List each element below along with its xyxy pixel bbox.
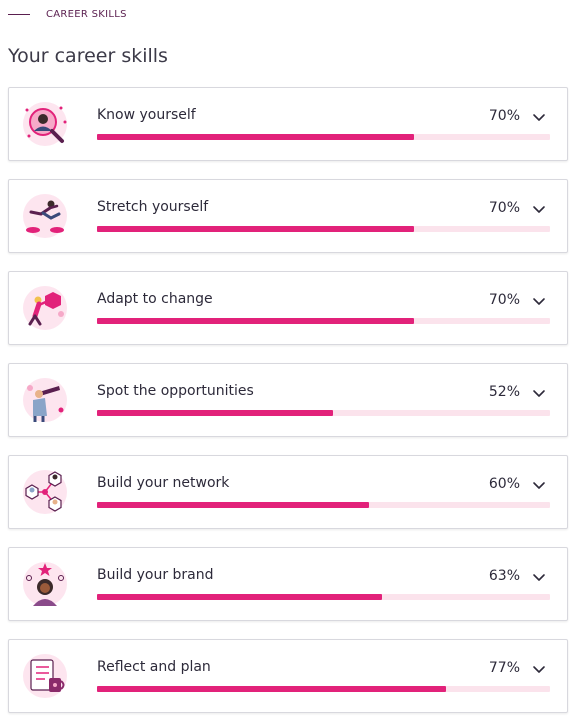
brand-star-person-icon (21, 560, 69, 608)
skill-card-reflect-and-plan[interactable]: Reflect and plan 77% (8, 639, 568, 713)
skill-label: Spot the opportunities (97, 383, 254, 399)
skill-percent: 60% (488, 476, 520, 492)
skill-label: Build your network (97, 475, 230, 491)
magnifier-person-icon (21, 100, 69, 148)
skill-card-spot-the-opportunities[interactable]: Spot the opportunities 52% (8, 363, 568, 437)
chevron-down-icon[interactable] (531, 201, 547, 217)
chevron-down-icon[interactable] (531, 109, 547, 125)
progress-fill (97, 594, 383, 600)
chevron-down-icon[interactable] (531, 385, 547, 401)
telescope-person-icon (21, 376, 69, 424)
skill-label: Know yourself (97, 107, 196, 123)
page-title: Your career skills (8, 45, 168, 67)
skill-card-know-yourself[interactable]: Know yourself 70% (8, 87, 568, 161)
progress-track (97, 502, 550, 508)
leaping-person-icon (21, 192, 69, 240)
progress-fill (97, 410, 333, 416)
skill-percent: 52% (488, 384, 520, 400)
eyebrow: CAREER SKILLS (8, 6, 127, 22)
progress-track (97, 134, 550, 140)
skill-card-adapt-to-change[interactable]: Adapt to change 70% (8, 271, 568, 345)
skill-card-build-your-network[interactable]: Build your network 60% (8, 455, 568, 529)
skill-percent: 70% (488, 108, 520, 124)
eyebrow-line (8, 13, 30, 15)
network-people-icon (21, 468, 69, 516)
progress-fill (97, 134, 415, 140)
progress-track (97, 318, 550, 324)
eyebrow-text: CAREER SKILLS (46, 8, 127, 20)
skill-percent: 63% (488, 568, 520, 584)
skill-percent: 70% (488, 200, 520, 216)
skill-card-stretch-yourself[interactable]: Stretch yourself 70% (8, 179, 568, 253)
chevron-down-icon[interactable] (531, 293, 547, 309)
chevron-down-icon[interactable] (531, 477, 547, 493)
skill-card-build-your-brand[interactable]: Build your brand 63% (8, 547, 568, 621)
progress-fill (97, 502, 369, 508)
progress-track (97, 410, 550, 416)
person-pushing-icon (21, 284, 69, 332)
progress-fill (97, 226, 415, 232)
chevron-down-icon[interactable] (531, 569, 547, 585)
skill-label: Adapt to change (97, 291, 213, 307)
progress-track (97, 686, 550, 692)
progress-fill (97, 686, 446, 692)
skill-label: Build your brand (97, 567, 214, 583)
progress-track (97, 594, 550, 600)
skill-percent: 70% (488, 292, 520, 308)
chevron-down-icon[interactable] (531, 661, 547, 677)
skill-label: Stretch yourself (97, 199, 209, 215)
skill-percent: 77% (488, 660, 520, 676)
progress-track (97, 226, 550, 232)
progress-fill (97, 318, 415, 324)
checklist-mug-icon (21, 652, 69, 700)
skill-label: Reflect and plan (97, 659, 211, 675)
